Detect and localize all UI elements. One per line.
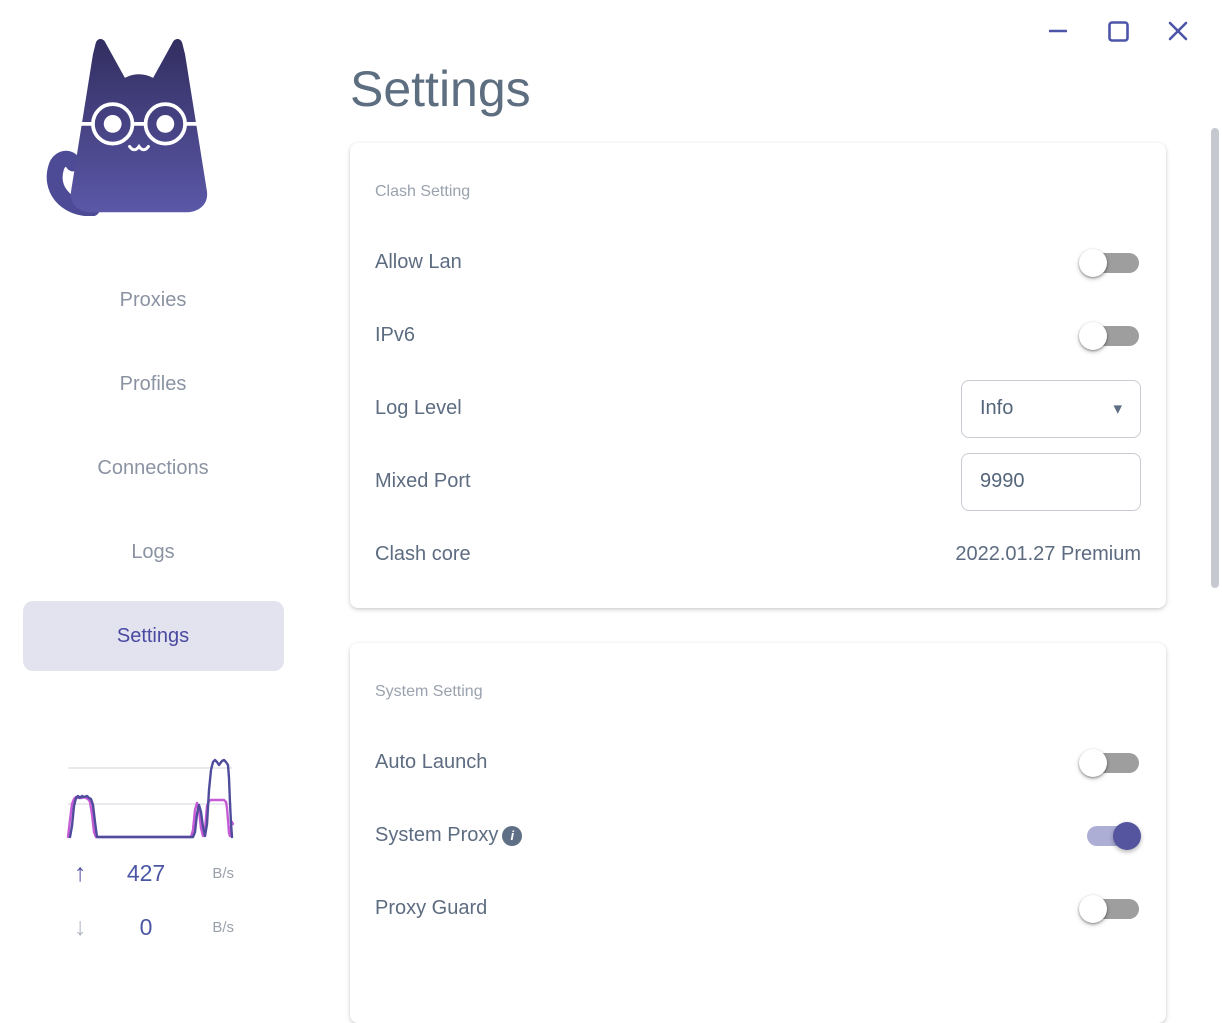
ipv6-toggle[interactable] [1079, 321, 1141, 350]
mixed-port-label: Mixed Port [375, 470, 471, 492]
upload-speed-row: ↑ 427 B/s [66, 856, 234, 890]
allow-lan-label: Allow Lan [375, 251, 462, 273]
sidebar-item-label: Proxies [119, 288, 187, 311]
upload-speed-value: 427 [126, 859, 166, 886]
row-auto-launch: Auto Launch [375, 726, 1141, 799]
row-allow-lan: Allow Lan [375, 226, 1141, 299]
sidebar-item-profiles[interactable]: Profiles [23, 342, 284, 426]
mixed-port-input[interactable] [980, 470, 1122, 493]
upload-speed-unit: B/s [212, 864, 234, 882]
minimize-button[interactable] [1038, 14, 1078, 48]
close-button[interactable] [1158, 14, 1198, 48]
upload-line [68, 758, 234, 839]
close-icon [1168, 21, 1188, 41]
log-level-select[interactable]: Info ▾ [961, 379, 1141, 438]
maximize-icon [1107, 20, 1129, 42]
sidebar-item-label: Logs [131, 540, 175, 563]
toggle-knob [1079, 748, 1107, 777]
clash-core-label: Clash core [375, 543, 471, 565]
sidebar-item-label: Profiles [119, 372, 187, 395]
proxy-guard-label: Proxy Guard [375, 897, 488, 919]
log-level-value: Info [980, 397, 1014, 419]
arrow-up-icon: ↑ [74, 858, 87, 887]
toggle-knob [1079, 248, 1107, 277]
info-icon[interactable]: i [502, 825, 523, 846]
maximize-button[interactable] [1098, 14, 1138, 48]
download-speed-row: ↓ 0 B/s [66, 910, 234, 944]
system-proxy-toggle[interactable] [1079, 821, 1141, 850]
card-title: Clash Setting [375, 183, 471, 200]
clash-cat-logo-icon [46, 39, 208, 216]
chevron-down-icon: ▾ [1113, 398, 1122, 418]
download-speed-value: 0 [139, 913, 153, 940]
sidebar: Proxies Profiles Connections Logs Settin… [0, 0, 306, 956]
window-controls [1038, 14, 1198, 48]
system-proxy-label: System Proxy [375, 824, 499, 846]
log-level-label: Log Level [375, 397, 462, 419]
row-mixed-port: Mixed Port [375, 445, 1141, 518]
sidebar-item-proxies[interactable]: Proxies [23, 258, 284, 342]
mixed-port-field [961, 452, 1141, 511]
toggle-knob [1079, 894, 1107, 923]
auto-launch-label: Auto Launch [375, 751, 488, 773]
download-speed-unit: B/s [212, 918, 234, 936]
row-ipv6: IPv6 [375, 299, 1141, 372]
row-clash-core: Clash core 2022.01.27 Premium [375, 518, 1141, 591]
sidebar-nav: Proxies Profiles Connections Logs Settin… [0, 258, 306, 678]
auto-launch-toggle[interactable] [1079, 748, 1141, 777]
ipv6-label: IPv6 [375, 324, 416, 346]
arrow-down-icon: ↓ [74, 912, 87, 941]
traffic-sparkline [66, 758, 234, 839]
sidebar-item-connections[interactable]: Connections [23, 426, 284, 510]
minimize-icon [1049, 29, 1067, 33]
sidebar-item-settings[interactable]: Settings [22, 594, 284, 678]
toggle-knob [1079, 321, 1107, 350]
toggle-knob [1113, 821, 1141, 850]
sidebar-item-label: Connections [97, 456, 209, 479]
allow-lan-toggle[interactable] [1079, 248, 1141, 277]
row-proxy-guard: Proxy Guard [375, 872, 1141, 945]
vertical-scrollbar-thumb[interactable] [1211, 128, 1219, 588]
sidebar-item-logs[interactable]: Logs [23, 510, 284, 594]
clash-core-version: 2022.01.27 Premium [955, 543, 1141, 565]
system-setting-card: System Setting Auto Launch System Proxy … [350, 643, 1166, 1023]
card-title: System Setting [375, 683, 483, 700]
proxy-guard-toggle[interactable] [1079, 894, 1141, 923]
page-title: Settings [350, 61, 531, 117]
sidebar-item-label: Settings [22, 601, 284, 671]
row-log-level: Log Level Info ▾ [375, 372, 1141, 445]
row-system-proxy: System Proxy i [375, 799, 1141, 872]
clash-setting-card: Clash Setting Allow Lan IPv6 Log Level I… [350, 143, 1166, 608]
